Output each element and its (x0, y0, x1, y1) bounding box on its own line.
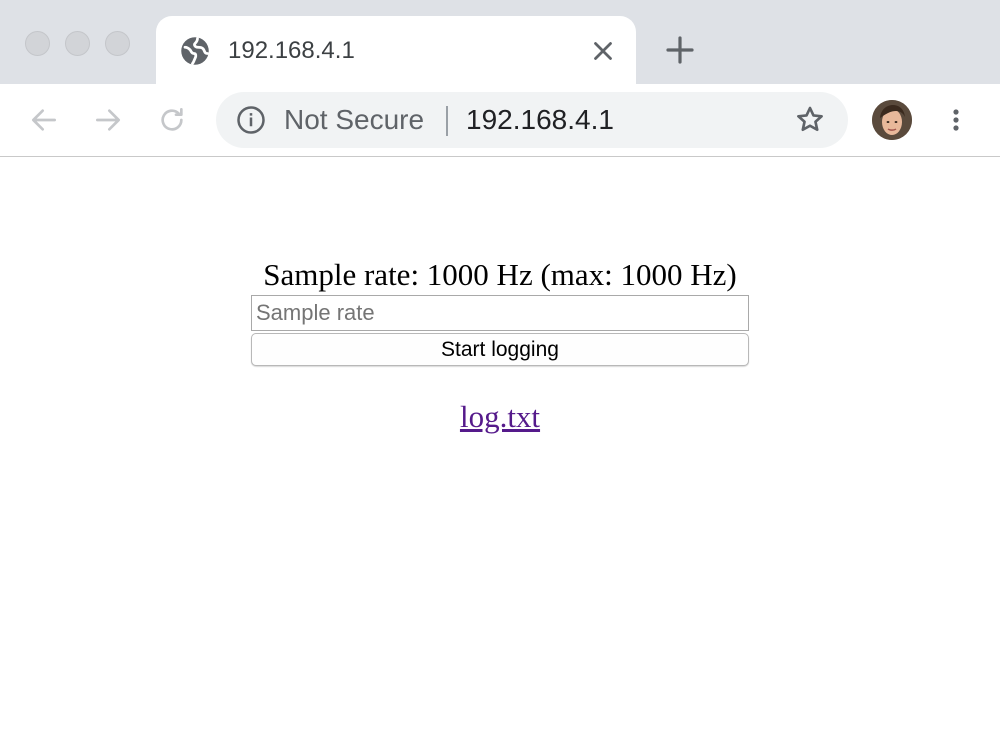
avatar-image (872, 100, 912, 140)
forward-arrow-icon[interactable] (92, 104, 124, 136)
info-icon[interactable] (236, 105, 266, 135)
new-tab-icon[interactable] (664, 34, 696, 66)
omnibox-divider (446, 106, 448, 136)
globe-icon (181, 37, 209, 65)
sample-rate-input[interactable] (251, 295, 749, 331)
security-status[interactable]: Not Secure (284, 104, 424, 136)
reload-icon[interactable] (156, 104, 188, 136)
more-menu-icon[interactable] (944, 104, 968, 136)
browser-tab[interactable]: 192.168.4.1 (156, 16, 636, 84)
page-content: Sample rate: 1000 Hz (max: 1000 Hz) Star… (0, 158, 1000, 750)
tab-title: 192.168.4.1 (228, 37, 355, 64)
zoom-window-button[interactable] (105, 31, 130, 56)
browser-toolbar: Not Secure 192.168.4.1 (0, 84, 1000, 157)
log-link-container: log.txt (0, 398, 1000, 436)
back-arrow-icon[interactable] (28, 104, 60, 136)
star-icon[interactable] (794, 104, 826, 136)
close-window-button[interactable] (25, 31, 50, 56)
start-logging-button[interactable]: Start logging (251, 333, 749, 366)
log-file-link[interactable]: log.txt (460, 399, 540, 434)
close-tab-icon[interactable] (588, 36, 618, 66)
url-text[interactable]: 192.168.4.1 (466, 104, 614, 136)
sample-rate-text: Sample rate: 1000 Hz (max: 1000 Hz) (263, 257, 737, 292)
profile-avatar[interactable] (872, 100, 912, 140)
tab-strip: 192.168.4.1 (0, 0, 1000, 84)
address-bar[interactable]: Not Secure 192.168.4.1 (216, 92, 848, 148)
minimize-window-button[interactable] (65, 31, 90, 56)
